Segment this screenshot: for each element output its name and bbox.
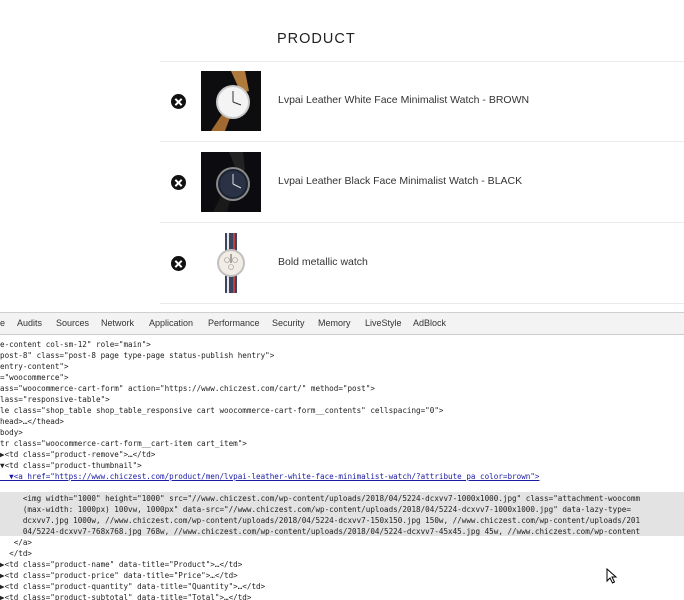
dom-node-line[interactable]: tr class="woocommerce-cart-form__cart-it… — [0, 438, 684, 449]
tab-sources[interactable]: Sources — [56, 318, 89, 328]
brown-watch-image — [201, 71, 261, 131]
dom-node-line[interactable]: head>…</thead> — [0, 416, 684, 427]
tab-elements[interactable]: e — [0, 318, 5, 328]
remove-item-icon[interactable] — [171, 94, 186, 109]
dom-node-line[interactable]: post-8" class="post-8 page type-page sta… — [0, 350, 684, 361]
dom-node-line[interactable]: ▶<td class="product-quantity" data-title… — [0, 581, 684, 592]
dom-node-line[interactable]: ▶<td class="product-subtotal" data-title… — [0, 592, 684, 600]
dom-node-line[interactable]: lass="responsive-table"> — [0, 394, 684, 405]
metallic-watch-image — [201, 233, 261, 293]
dom-node-line[interactable]: entry-content"> — [0, 361, 684, 372]
devtools-tab-bar: e Audits Sources Network Application Per… — [0, 313, 684, 335]
dom-node-line[interactable]: ▶<td class="product-name" data-title="Pr… — [0, 559, 684, 570]
cart-row: Lvpai Leather Black Face Minimalist Watc… — [160, 142, 684, 223]
dom-node-line[interactable]: body> — [0, 427, 684, 438]
tab-application[interactable]: Application — [149, 318, 193, 328]
product-name-link[interactable]: Lvpai Leather White Face Minimalist Watc… — [278, 94, 529, 106]
cart-table: PRODUCT Lvpai Leather White Face Minimal… — [0, 0, 684, 312]
black-watch-image — [201, 152, 261, 212]
tab-security[interactable]: Security — [272, 318, 305, 328]
dom-node-line[interactable]: le class="shop_table shop_table_responsi… — [0, 405, 684, 416]
product-column-header: PRODUCT — [277, 31, 356, 47]
dom-node-line[interactable]: </td> — [0, 548, 684, 559]
row-divider — [160, 303, 684, 304]
product-name-link[interactable]: Lvpai Leather Black Face Minimalist Watc… — [278, 175, 522, 187]
product-thumbnail[interactable] — [201, 233, 261, 293]
product-thumbnail[interactable] — [201, 71, 261, 131]
devtools-panel: e Audits Sources Network Application Per… — [0, 312, 684, 600]
dom-node-line[interactable]: ▼<a href="https://www.chiczest.com/produ… — [0, 471, 684, 482]
tab-performance[interactable]: Performance — [208, 318, 260, 328]
tab-adblock[interactable]: AdBlock — [413, 318, 446, 328]
remove-item-icon[interactable] — [171, 256, 186, 271]
product-thumbnail[interactable] — [201, 152, 261, 212]
dom-node-line[interactable]: ▼<td class="product-thumbnail"> — [0, 460, 684, 471]
cart-row: Lvpai Leather White Face Minimalist Watc… — [160, 61, 684, 142]
dom-node-line-selected[interactable]: 04/5224-dcxvv7-768x768.jpg 768w, //www.c… — [0, 526, 684, 537]
mouse-pointer-icon — [606, 568, 618, 584]
dom-node-line-selected[interactable]: <img width="1000" height="1000" src="//w… — [0, 493, 684, 504]
dom-node-line-selected[interactable]: (max-width: 1000px) 100vw, 1000px" data-… — [0, 504, 684, 515]
product-name-link[interactable]: Bold metallic watch — [278, 256, 368, 268]
dom-node-line[interactable]: ▶<td class="product-price" data-title="P… — [0, 570, 684, 581]
dom-node-line[interactable]: ▶<td class="product-remove">…</td> — [0, 449, 684, 460]
tab-network[interactable]: Network — [101, 318, 134, 328]
dom-tree[interactable]: e-content col-sm-12" role="main"> post-8… — [0, 337, 684, 600]
tab-memory[interactable]: Memory — [318, 318, 351, 328]
cart-row: Bold metallic watch — [160, 223, 684, 304]
dom-node-line[interactable]: ="woocommerce"> — [0, 372, 684, 383]
tab-audits[interactable]: Audits — [17, 318, 42, 328]
dom-node-line[interactable]: ass="woocommerce-cart-form" action="http… — [0, 383, 684, 394]
remove-item-icon[interactable] — [171, 175, 186, 190]
tab-livestyle[interactable]: LiveStyle — [365, 318, 402, 328]
dom-node-line[interactable]: e-content col-sm-12" role="main"> — [0, 339, 684, 350]
dom-node-line-selected[interactable]: dcxvv7.jpg 1000w, //www.chiczest.com/wp-… — [0, 515, 684, 526]
row-divider — [160, 61, 684, 62]
dom-node-line[interactable]: </a> — [0, 537, 684, 548]
